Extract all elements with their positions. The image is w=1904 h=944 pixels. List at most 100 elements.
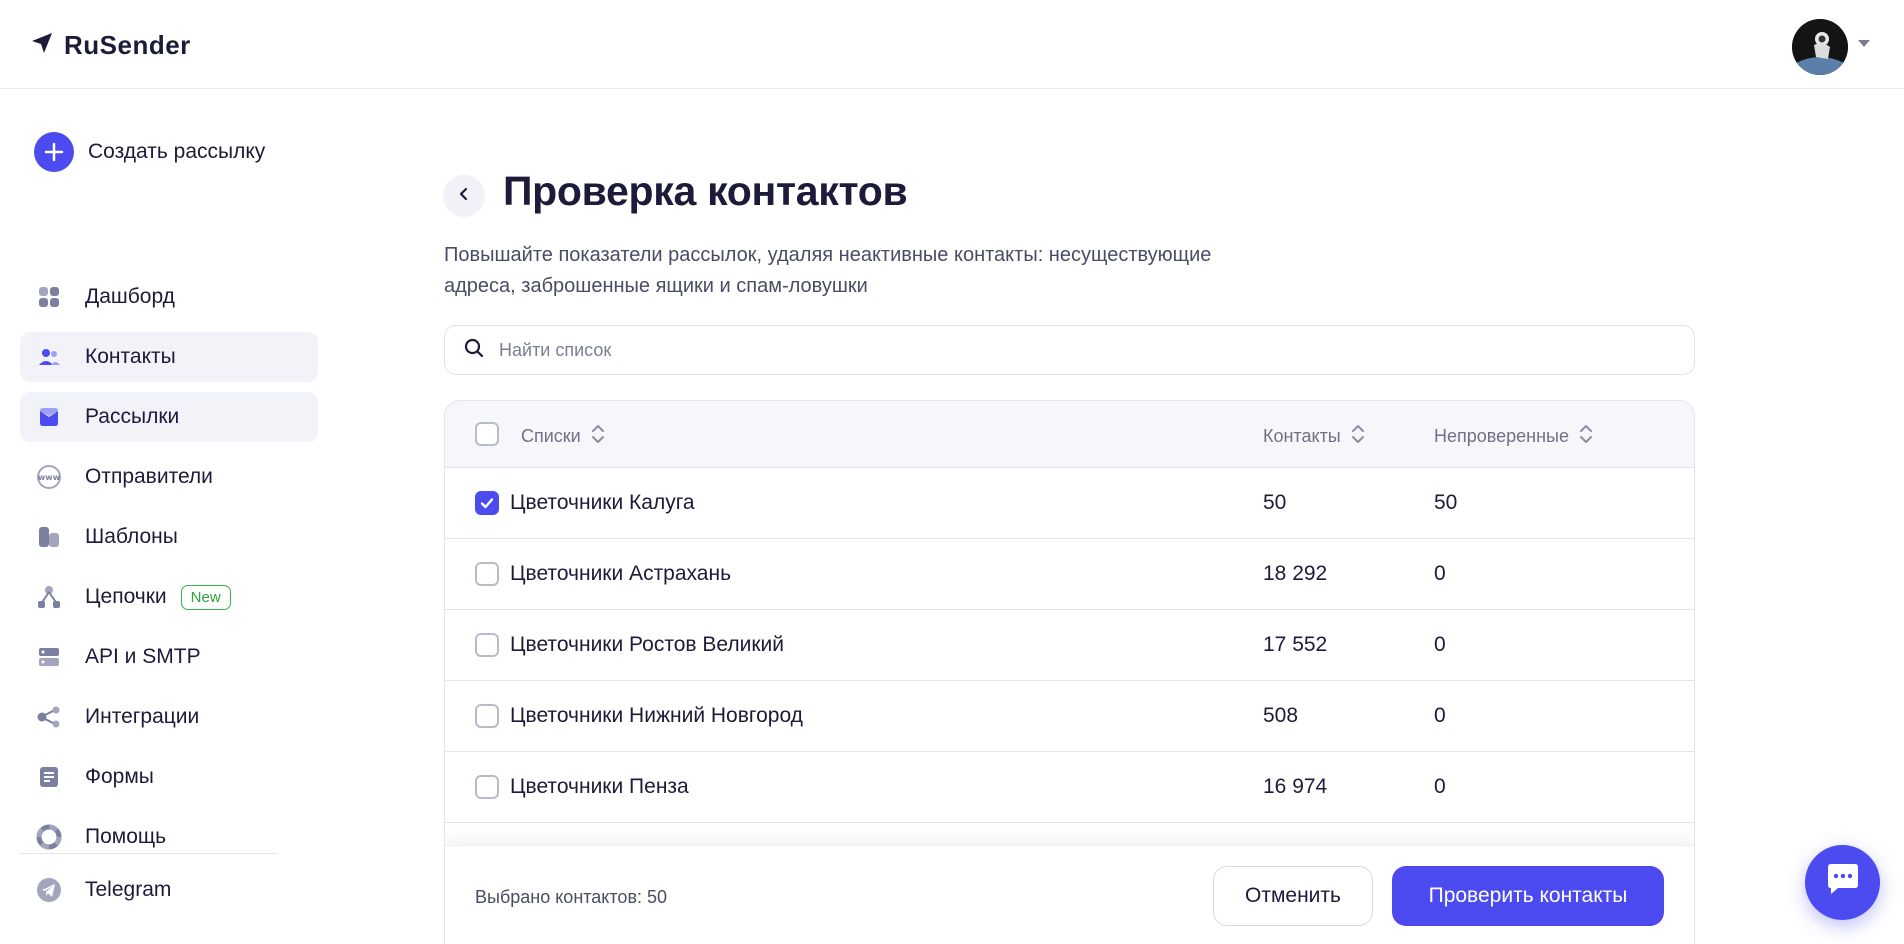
row-checkbox[interactable] (475, 704, 499, 728)
integrations-icon (36, 704, 62, 730)
table-row[interactable]: Цветочники Калуга 50 50 (445, 468, 1694, 539)
top-bar: RuSender (0, 0, 1904, 89)
sidebar-item-templates[interactable]: Шаблоны (20, 512, 318, 562)
sort-icon (1351, 423, 1365, 450)
create-mailing-button[interactable]: Создать рассылку (34, 132, 265, 172)
column-header-lists[interactable]: Списки (521, 423, 605, 450)
sidebar-nav: Дашборд Контакты Рассылки www Отправител… (20, 272, 318, 872)
column-label: Контакты (1263, 426, 1341, 446)
contacts-count: 50 (1263, 491, 1287, 514)
description-line: Повышайте показатели рассылок, удаляя не… (444, 244, 1212, 266)
server-icon (36, 644, 62, 670)
caret-down-icon[interactable] (1858, 40, 1870, 47)
plus-icon (34, 132, 74, 172)
chat-widget-button[interactable] (1805, 845, 1880, 920)
page-description: Повышайте показатели рассылок, удаляя не… (444, 240, 1344, 302)
unverified-count: 0 (1434, 633, 1446, 656)
table-row[interactable]: Цветочники Нижний Новгород 508 0 (445, 681, 1694, 752)
sidebar-item-label: Рассылки (85, 405, 180, 428)
mailings-icon (36, 404, 62, 430)
contacts-count: 508 (1263, 704, 1299, 727)
telegram-label: Telegram (85, 878, 172, 901)
sidebar-item-mailings[interactable]: Рассылки (20, 392, 318, 442)
list-name: Цветочники Нижний Новгород (510, 704, 803, 727)
search-input[interactable] (499, 339, 1599, 361)
sidebar-item-help[interactable]: Помощь (20, 812, 318, 862)
sidebar-item-api-smtp[interactable]: API и SMTP (20, 632, 318, 682)
chevron-left-icon (457, 187, 471, 206)
contacts-icon (36, 344, 62, 370)
sidebar-item-label: Формы (85, 765, 154, 788)
dashboard-icon (36, 284, 62, 310)
help-icon (36, 824, 62, 850)
lists-table: Списки Контакты Непроверенные Цветочники… (444, 400, 1695, 944)
sidebar-item-label: Шаблоны (85, 525, 178, 548)
table-header: Списки Контакты Непроверенные (445, 401, 1694, 468)
column-label: Списки (521, 426, 581, 446)
logo-arrow-icon (30, 31, 54, 60)
contacts-count: 18 292 (1263, 562, 1328, 585)
contacts-count: 17 552 (1263, 633, 1328, 656)
table-row[interactable]: Цветочники Пенза 16 974 0 (445, 752, 1694, 823)
selection-footer: Выбрано контактов: 50 Отменить Проверить… (445, 845, 1694, 944)
sidebar-item-label: Отправители (85, 465, 213, 488)
sidebar-item-label: Помощь (85, 825, 167, 848)
column-label: Непроверенные (1434, 426, 1569, 446)
user-avatar[interactable] (1792, 19, 1848, 75)
column-header-unverified[interactable]: Непроверенные (1434, 423, 1593, 450)
search-box[interactable] (444, 325, 1695, 375)
sidebar-divider (20, 853, 278, 854)
sidebar-item-integrations[interactable]: Интеграции (20, 692, 318, 742)
search-icon (463, 337, 485, 364)
unverified-count: 0 (1434, 775, 1446, 798)
sidebar-item-forms[interactable]: Формы (20, 752, 318, 802)
chains-icon (36, 584, 62, 610)
description-line: адреса, заброшенные ящики и спам-ловушки (444, 275, 868, 297)
unverified-count: 0 (1434, 704, 1446, 727)
sidebar-item-label: Контакты (85, 345, 176, 368)
table-row[interactable]: Цветочники Ростов Великий 17 552 0 (445, 610, 1694, 681)
back-button[interactable] (443, 175, 485, 217)
list-name: Цветочники Пенза (510, 775, 689, 798)
table-row[interactable]: Цветочники Астрахань 18 292 0 (445, 539, 1694, 610)
sort-icon (591, 423, 605, 450)
row-checkbox[interactable] (475, 491, 499, 515)
sidebar-item-label: Дашборд (85, 285, 175, 308)
new-badge: New (180, 584, 231, 610)
logo[interactable]: RuSender (30, 30, 191, 61)
contacts-count: 16 974 (1263, 775, 1328, 798)
chat-icon (1824, 863, 1862, 902)
sidebar-item-label: API и SMTP (85, 645, 201, 668)
sidebar-item-dashboard[interactable]: Дашборд (20, 272, 318, 322)
sidebar-item-label: Цепочки (85, 585, 167, 608)
sidebar-item-contacts[interactable]: Контакты (20, 332, 318, 382)
sidebar-item-senders[interactable]: www Отправители (20, 452, 318, 502)
column-header-contacts[interactable]: Контакты (1263, 423, 1365, 450)
unverified-count: 50 (1434, 491, 1458, 514)
create-mailing-label: Создать рассылку (88, 140, 266, 163)
row-checkbox[interactable] (475, 633, 499, 657)
sidebar-item-label: Интеграции (85, 705, 200, 728)
list-name: Цветочники Ростов Великий (510, 633, 784, 656)
svg-text:www: www (38, 473, 61, 482)
list-name: Цветочники Калуга (510, 491, 695, 514)
list-name: Цветочники Астрахань (510, 562, 732, 585)
templates-icon (36, 524, 62, 550)
sidebar-item-chains[interactable]: Цепочки New (20, 572, 318, 622)
unverified-count: 0 (1434, 562, 1446, 585)
www-icon: www (36, 464, 62, 490)
check-icon (480, 498, 494, 509)
row-checkbox[interactable] (475, 562, 499, 586)
telegram-icon (36, 877, 62, 903)
select-all-checkbox[interactable] (475, 422, 499, 446)
sidebar: Создать рассылку Дашборд Контакты Рассыл… (0, 89, 330, 944)
row-checkbox[interactable] (475, 775, 499, 799)
check-contacts-button[interactable]: Проверить контакты (1392, 866, 1664, 926)
sidebar-item-telegram[interactable]: Telegram (36, 877, 171, 903)
forms-icon (36, 764, 62, 790)
cancel-button[interactable]: Отменить (1213, 866, 1373, 926)
page-title: Проверка контактов (503, 168, 908, 214)
logo-text: RuSender (64, 30, 191, 60)
selected-count-text: Выбрано контактов: 50 (475, 887, 668, 907)
sort-icon (1579, 423, 1593, 450)
